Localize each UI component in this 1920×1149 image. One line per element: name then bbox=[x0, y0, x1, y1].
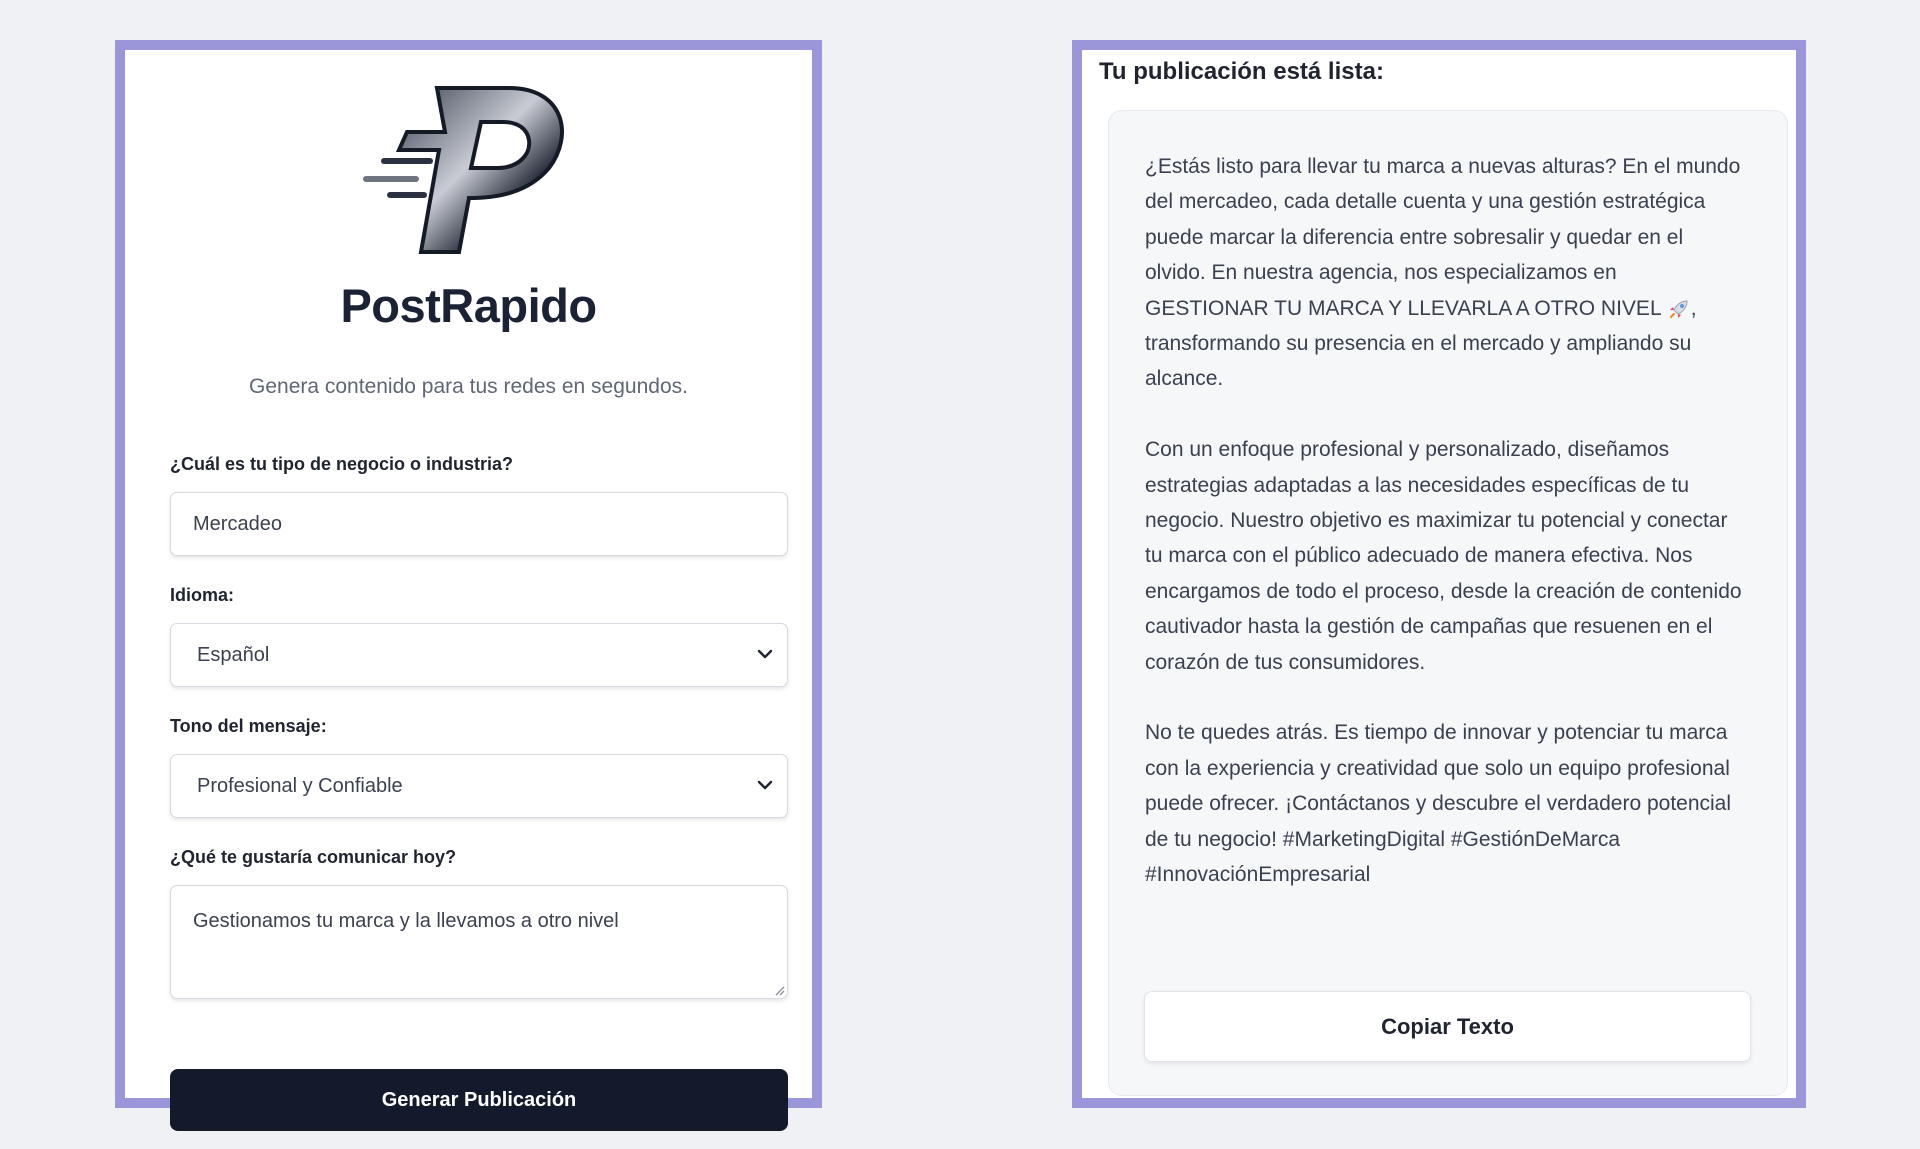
post-paragraph-3: No te quedes atrás. Es tiempo de innovar… bbox=[1145, 721, 1732, 887]
chevron-down-icon bbox=[757, 649, 773, 659]
result-title: Tu publicación está lista: bbox=[1099, 58, 1384, 85]
post-paragraph-2: Con un enfoque profesional y personaliza… bbox=[1145, 438, 1742, 674]
brand-name: PostRapido bbox=[340, 279, 597, 332]
generator-form-panel: PostRapido Genera contenido para tus red… bbox=[115, 40, 822, 1131]
message-textarea[interactable]: Gestionamos tu marca y la llevamos a otr… bbox=[170, 885, 788, 999]
language-select[interactable]: Español bbox=[170, 623, 788, 687]
language-select-value: Español bbox=[197, 644, 270, 666]
industry-input[interactable]: Mercadeo bbox=[170, 492, 788, 556]
industry-label: ¿Cuál es tu tipo de negocio o industria? bbox=[170, 454, 514, 474]
tagline: Genera contenido para tus redes en segun… bbox=[249, 375, 688, 398]
rocket-icon bbox=[1669, 300, 1688, 319]
postrapido-logo-icon bbox=[362, 86, 564, 254]
generated-post-text: ¿Estás listo para llevar tu marca a nuev… bbox=[1145, 149, 1745, 928]
industry-input-value: Mercadeo bbox=[193, 513, 282, 535]
copy-text-button[interactable]: Copiar Texto bbox=[1144, 991, 1751, 1062]
post-paragraph-1: ¿Estás listo para llevar tu marca a nuev… bbox=[1145, 149, 1745, 397]
tone-label: Tono del mensaje: bbox=[170, 716, 327, 736]
chevron-down-icon bbox=[757, 780, 773, 790]
message-textarea-value: Gestionamos tu marca y la llevamos a otr… bbox=[193, 910, 619, 932]
message-label: ¿Qué te gustaría comunicar hoy? bbox=[170, 847, 457, 867]
generated-post-card: ¿Estás listo para llevar tu marca a nuev… bbox=[1108, 110, 1788, 1096]
generate-post-button[interactable]: Generar Publicación bbox=[170, 1069, 788, 1131]
post-paragraph-1-text: ¿Estás listo para llevar tu marca a nuev… bbox=[1145, 155, 1741, 320]
tone-select-value: Profesional y Confiable bbox=[197, 775, 403, 797]
tone-select[interactable]: Profesional y Confiable bbox=[170, 754, 788, 818]
result-panel: Tu publicación está lista: ¿Estás listo … bbox=[1072, 40, 1806, 1108]
resize-handle-icon[interactable] bbox=[773, 984, 785, 996]
language-label: Idioma: bbox=[170, 585, 235, 605]
logo bbox=[125, 80, 812, 260]
